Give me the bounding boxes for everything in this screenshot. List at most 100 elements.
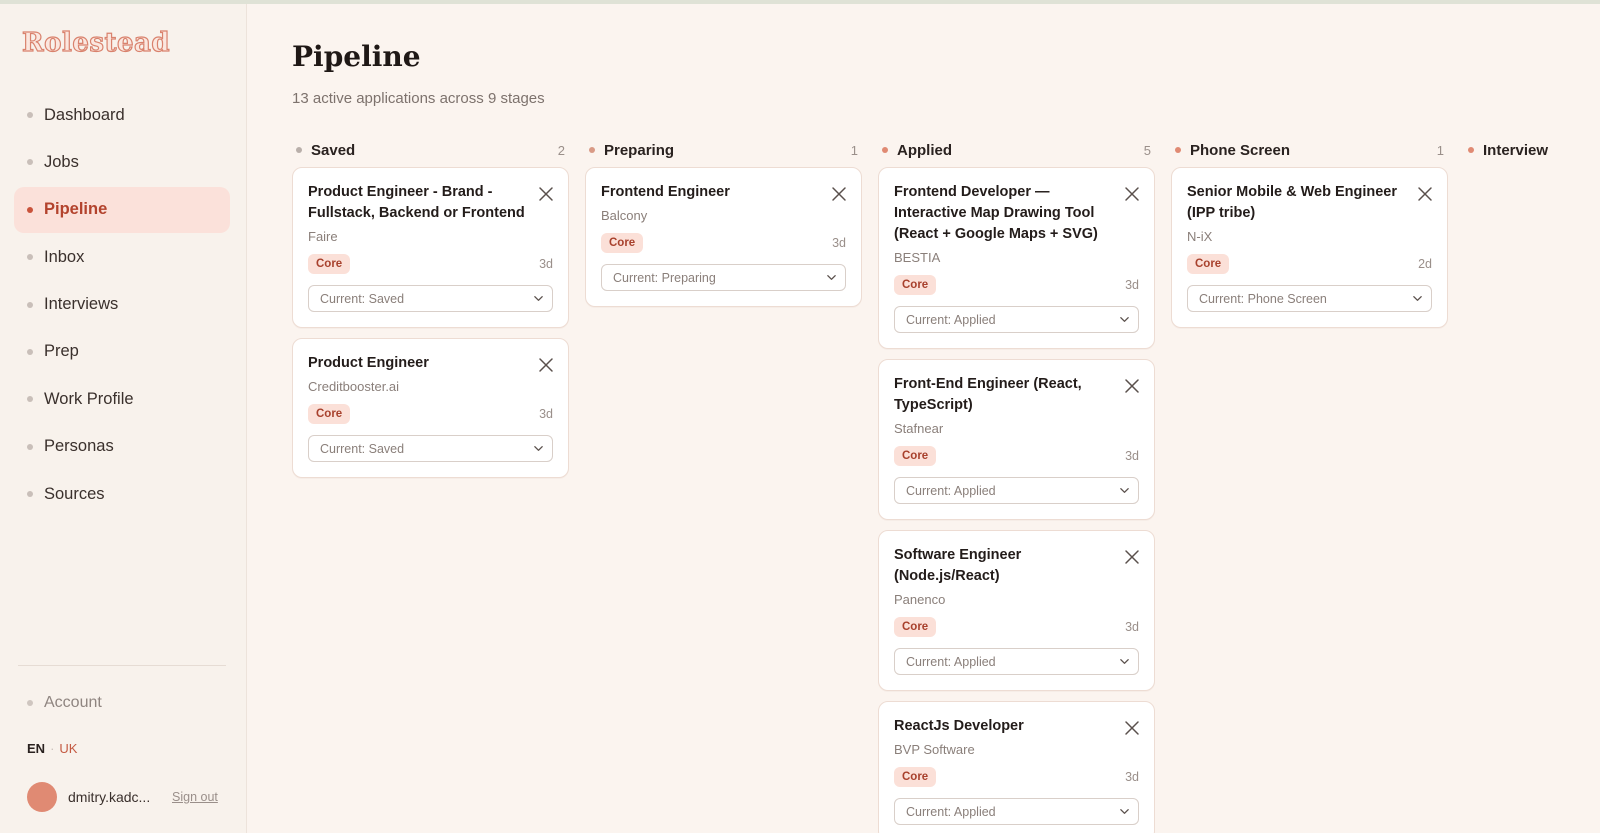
sidebar-item-label: Dashboard bbox=[44, 105, 125, 124]
sidebar-item-personas[interactable]: Personas bbox=[14, 424, 230, 470]
brand-logo[interactable]: Rolestead bbox=[21, 27, 170, 58]
sidebar-item-label: Personas bbox=[44, 437, 114, 456]
stage-select[interactable]: Current: Applied bbox=[894, 477, 1139, 504]
chevron-down-icon bbox=[1120, 809, 1129, 814]
card-meta: Core 3d bbox=[894, 275, 1139, 295]
close-icon[interactable] bbox=[538, 357, 554, 373]
column-header: Phone Screen 1 bbox=[1171, 137, 1448, 163]
close-icon[interactable] bbox=[1124, 720, 1140, 736]
sidebar-item-jobs[interactable]: Jobs bbox=[14, 139, 230, 185]
stage-select[interactable]: Current: Saved bbox=[308, 435, 553, 462]
column-count: 1 bbox=[1436, 142, 1444, 158]
stage-select-value: Current: Applied bbox=[906, 312, 996, 327]
sidebar-item-work-profile[interactable]: Work Profile bbox=[14, 376, 230, 422]
stage-dot-icon bbox=[1175, 147, 1181, 153]
bullet-icon bbox=[27, 254, 33, 261]
close-icon[interactable] bbox=[1124, 186, 1140, 202]
close-icon[interactable] bbox=[538, 186, 554, 202]
application-card[interactable]: ReactJs Developer BVP Software Core 3d Curre… bbox=[878, 701, 1155, 833]
lang-separator: · bbox=[50, 741, 55, 756]
card-company: Stafnear bbox=[894, 421, 944, 436]
sidebar-item-label: Inbox bbox=[44, 247, 85, 266]
stage-dot-icon bbox=[296, 147, 302, 153]
stage-select[interactable]: Current: Applied bbox=[894, 798, 1139, 825]
stage-select[interactable]: Current: Phone Screen bbox=[1187, 285, 1432, 312]
lang-uk-option[interactable]: UK bbox=[59, 741, 77, 756]
avatar[interactable] bbox=[27, 782, 57, 812]
sidebar-item-pipeline[interactable]: Pipeline bbox=[14, 186, 230, 233]
card-age: 3d bbox=[1125, 449, 1139, 463]
sidebar-item-account[interactable]: Account bbox=[27, 694, 102, 712]
card-company: N-iX bbox=[1187, 229, 1213, 244]
chevron-down-icon bbox=[1120, 488, 1129, 493]
card-company: Balcony bbox=[601, 208, 648, 223]
sidebar-item-sources[interactable]: Sources bbox=[14, 471, 230, 517]
tier-badge: Core bbox=[1187, 254, 1230, 274]
close-icon[interactable] bbox=[831, 186, 847, 202]
column-title: Interview bbox=[1483, 141, 1549, 159]
card-age: 3d bbox=[1125, 620, 1139, 634]
column-header: Interview bbox=[1464, 137, 1600, 163]
card-company: Creditbooster.ai bbox=[308, 379, 400, 394]
bullet-icon bbox=[27, 396, 33, 403]
stage-select-value: Current: Applied bbox=[906, 654, 996, 669]
sidebar: Rolestead Dashboard Jobs Pipeline Inbox Inte… bbox=[0, 4, 247, 833]
user-name: dmitry.kadc... bbox=[68, 789, 151, 805]
sidebar-item-inbox[interactable]: Inbox bbox=[14, 234, 230, 280]
column-count: 2 bbox=[557, 142, 565, 158]
stage-select[interactable]: Current: Saved bbox=[308, 285, 553, 312]
bullet-icon bbox=[27, 700, 33, 706]
chevron-down-icon bbox=[1120, 659, 1129, 664]
lang-en-option[interactable]: EN bbox=[27, 741, 45, 756]
stage-dot-icon bbox=[882, 147, 888, 153]
tier-badge: Core bbox=[308, 254, 351, 274]
card-age: 3d bbox=[1125, 278, 1139, 292]
application-card[interactable]: Frontend Engineer Balcony Core 3d Current: P… bbox=[585, 167, 862, 307]
bullet-icon bbox=[27, 112, 33, 118]
column-title: Phone Screen bbox=[1190, 141, 1291, 159]
pipeline-board: Saved 2 Product Engineer - Brand - Fullsta… bbox=[292, 137, 1600, 833]
stage-dot-icon bbox=[1468, 147, 1474, 153]
sidebar-item-prep[interactable]: Prep bbox=[14, 329, 230, 375]
sidebar-item-label: Sources bbox=[44, 484, 105, 503]
main-content: Pipeline 13 active applications across 9… bbox=[248, 4, 1600, 833]
card-meta: Core 3d bbox=[308, 254, 553, 274]
column-header: Saved 2 bbox=[292, 137, 569, 163]
tier-badge: Core bbox=[308, 404, 351, 424]
sidebar-item-label: Interviews bbox=[44, 295, 119, 314]
page-title: Pipeline bbox=[292, 40, 421, 73]
application-card[interactable]: Product Engineer - Brand - Fullstack, Ba… bbox=[292, 167, 569, 328]
bullet-icon bbox=[27, 159, 33, 166]
application-card[interactable]: Senior Mobile & Web Engineer (IPP tribe)… bbox=[1171, 167, 1448, 328]
application-card[interactable]: Front-End Engineer (React, TypeScript) St… bbox=[878, 359, 1155, 520]
page-subtitle: 13 active applications across 9 stages bbox=[292, 90, 545, 107]
chevron-down-icon bbox=[1413, 296, 1422, 301]
close-icon[interactable] bbox=[1417, 186, 1433, 202]
chevron-down-icon bbox=[827, 275, 836, 280]
column-title: Saved bbox=[311, 141, 356, 159]
close-icon[interactable] bbox=[1124, 378, 1140, 394]
card-meta: Core 3d bbox=[601, 233, 846, 253]
card-meta: Core 3d bbox=[894, 617, 1139, 637]
card-meta: Core 3d bbox=[308, 404, 553, 424]
stage-select[interactable]: Current: Applied bbox=[894, 306, 1139, 333]
application-card[interactable]: Frontend Developer — Interactive Map Dra… bbox=[878, 167, 1155, 349]
sign-out-link[interactable]: Sign out bbox=[172, 790, 218, 804]
pipeline-column-applied: Applied 5 Frontend Developer — Interactive… bbox=[878, 137, 1155, 833]
close-icon[interactable] bbox=[1124, 549, 1140, 565]
sidebar-item-label: Prep bbox=[44, 342, 79, 361]
card-company: BVP Software bbox=[894, 742, 975, 757]
tier-badge: Core bbox=[894, 767, 937, 787]
stage-select-value: Current: Preparing bbox=[613, 270, 716, 285]
stage-select[interactable]: Current: Applied bbox=[894, 648, 1139, 675]
sidebar-item-interviews[interactable]: Interviews bbox=[14, 282, 230, 328]
card-title: Product Engineer - Brand - Fullstack, Ba… bbox=[308, 184, 525, 221]
application-card[interactable]: Product Engineer Creditbooster.ai Core 3d Cu… bbox=[292, 338, 569, 478]
tier-badge: Core bbox=[894, 275, 937, 295]
card-title: Software Engineer (Node.js/React) bbox=[894, 547, 1022, 584]
chevron-down-icon bbox=[1120, 317, 1129, 322]
stage-select[interactable]: Current: Preparing bbox=[601, 264, 846, 291]
card-meta: Core 3d bbox=[894, 767, 1139, 787]
application-card[interactable]: Software Engineer (Node.js/React) Panenco… bbox=[878, 530, 1155, 691]
sidebar-item-dashboard[interactable]: Dashboard bbox=[14, 92, 230, 138]
